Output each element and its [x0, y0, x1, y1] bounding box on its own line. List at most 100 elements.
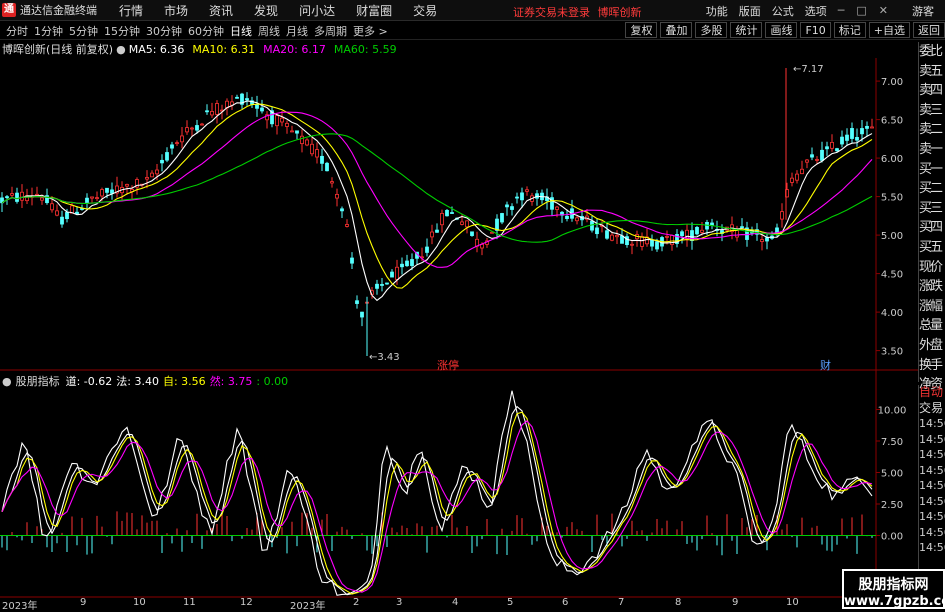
candle-body — [50, 203, 54, 211]
candle-body — [75, 211, 79, 215]
menu-function[interactable]: 功能 — [706, 3, 728, 19]
candle-body — [425, 246, 429, 253]
tick-time: 14:56 — [919, 448, 945, 461]
tab-multi-period[interactable]: 多周期 — [314, 23, 347, 39]
period-toolbar: 分时 1分钟 5分钟 15分钟 30分钟 60分钟 日线 周线 月线 多周期 更… — [0, 22, 945, 40]
candle-body — [520, 192, 524, 201]
quote-label: 涨幅 — [919, 298, 943, 314]
candle-body — [315, 149, 319, 158]
tab-30min[interactable]: 30分钟 — [146, 23, 182, 39]
menu-options[interactable]: 选项 — [805, 3, 827, 19]
minimize-icon[interactable]: ─ — [838, 4, 845, 17]
candle-body — [125, 184, 129, 187]
tab-intraday[interactable]: 分时 — [6, 23, 28, 39]
tab-daily[interactable]: 日线 — [230, 23, 252, 39]
draw-button[interactable]: 画线 — [765, 22, 798, 38]
tick-time: 14:56 — [919, 541, 945, 554]
price-tick-label: 7.00 — [881, 77, 903, 88]
menu-item-quotes[interactable]: 行情 — [119, 2, 143, 19]
menu-layout[interactable]: 版面 — [739, 3, 761, 19]
candle-body — [575, 217, 579, 222]
candle-body — [55, 210, 59, 216]
date-tick: 2 — [353, 597, 360, 608]
overlay-button[interactable]: 叠加 — [660, 22, 693, 38]
candle-body — [185, 127, 189, 133]
candle-body — [105, 187, 109, 193]
stock-name[interactable]: 博晖创新(日线 前复权) — [2, 41, 113, 57]
f10-button[interactable]: F10 — [800, 22, 831, 38]
ma20-label: MA20: 6.17 — [263, 42, 326, 56]
sub-indicator-name[interactable]: 股朋指标 — [16, 373, 60, 389]
candle-body — [525, 189, 529, 192]
candle-body — [350, 257, 354, 264]
menu-item-ask[interactable]: 问小达 — [299, 2, 335, 19]
candle-body — [820, 149, 824, 161]
sub-dot-icon[interactable]: ● — [2, 375, 12, 388]
candle-body — [40, 197, 44, 201]
watermark-title: 股朋指标网 — [858, 577, 929, 593]
candle-body — [360, 311, 364, 318]
candle-body — [35, 193, 39, 196]
close-icon[interactable]: ✕ — [879, 4, 888, 17]
candle-body — [795, 173, 799, 181]
candle-body — [835, 148, 839, 152]
price-tick-label: 6.00 — [881, 154, 903, 165]
auto-label[interactable]: 自动 — [919, 385, 945, 401]
candle-body — [695, 227, 699, 235]
tick-time: 14:56 — [919, 432, 945, 446]
ma10-label: MA10: 6.31 — [192, 42, 256, 56]
candle-body — [860, 128, 864, 135]
top-right-menu: 功能 版面 公式 选项 ─ □ ✕ 游客 — [706, 0, 945, 21]
tab-monthly[interactable]: 月线 — [286, 23, 308, 39]
tab-1min[interactable]: 1分钟 — [34, 23, 63, 39]
trade-label[interactable]: 交易 — [919, 401, 945, 417]
date-tick: 6 — [562, 597, 569, 608]
add-watchlist-button[interactable]: +自选 — [868, 22, 910, 38]
watermark-url: www.7gpzb.com — [844, 594, 945, 609]
settings-dot-icon[interactable]: ● — [116, 43, 126, 56]
menu-item-trade[interactable]: 交易 — [413, 2, 437, 19]
quote-label: 委比 — [919, 44, 943, 59]
candle-body — [445, 210, 449, 217]
tab-weekly[interactable]: 周线 — [258, 23, 280, 39]
guest-label[interactable]: 游客 — [912, 3, 934, 19]
menu-item-discover[interactable]: 发现 — [254, 2, 278, 19]
menu-item-wealth[interactable]: 财富圈 — [356, 2, 392, 19]
mark-button[interactable]: 标记 — [833, 22, 866, 38]
candle-body — [335, 193, 339, 199]
candle-body — [390, 271, 394, 278]
menu-item-news[interactable]: 资讯 — [209, 2, 233, 19]
menu-formula[interactable]: 公式 — [772, 3, 794, 19]
notice-text: 证券交易未登录 — [513, 6, 590, 19]
menu-item-market[interactable]: 市场 — [164, 2, 188, 19]
tick-time: 14:56 — [919, 479, 945, 492]
multi-stock-button[interactable]: 多股 — [695, 22, 728, 38]
tab-5min[interactable]: 5分钟 — [69, 23, 98, 39]
tab-60min[interactable]: 60分钟 — [188, 23, 224, 39]
candle-body — [800, 168, 804, 175]
sub-dao-label: 道: -0.62 — [65, 375, 113, 388]
stats-button[interactable]: 统计 — [730, 22, 763, 38]
sub-tick-label: 0.00 — [881, 532, 903, 543]
date-tick: 8 — [675, 597, 682, 608]
kline-chart[interactable]: 7.00 6.50 6.00 5.50 5.00 4.50 4.00 3.50 10.00 7.5… — [0, 58, 918, 609]
main-menu: 行情 市场 资讯 发现 问小达 财富圈 交易 — [119, 2, 458, 19]
adjust-button[interactable]: 复权 — [625, 22, 658, 38]
candle-body — [280, 117, 284, 123]
tab-15min[interactable]: 15分钟 — [104, 23, 140, 39]
candle-body — [90, 196, 94, 199]
watermark: 股朋指标网 www.7gpzb.com — [842, 569, 945, 609]
maximize-icon[interactable]: □ — [856, 4, 866, 17]
candle-body — [740, 226, 744, 229]
ma5-label: MA5: 6.36 — [128, 42, 185, 56]
candle-body — [515, 196, 519, 199]
logo-icon: 通 — [2, 3, 16, 17]
sub-tick-label: 7.50 — [881, 437, 903, 448]
back-button[interactable]: 返回 — [913, 22, 945, 38]
candle-body — [630, 243, 634, 246]
tab-more[interactable]: 更多 > — [353, 23, 388, 39]
login-notice[interactable]: 证券交易未登录 博晖创新 — [513, 4, 642, 20]
window-controls: ─ □ ✕ — [838, 4, 900, 17]
candle-body — [380, 284, 384, 286]
quote-label: 卖二 — [919, 122, 943, 138]
